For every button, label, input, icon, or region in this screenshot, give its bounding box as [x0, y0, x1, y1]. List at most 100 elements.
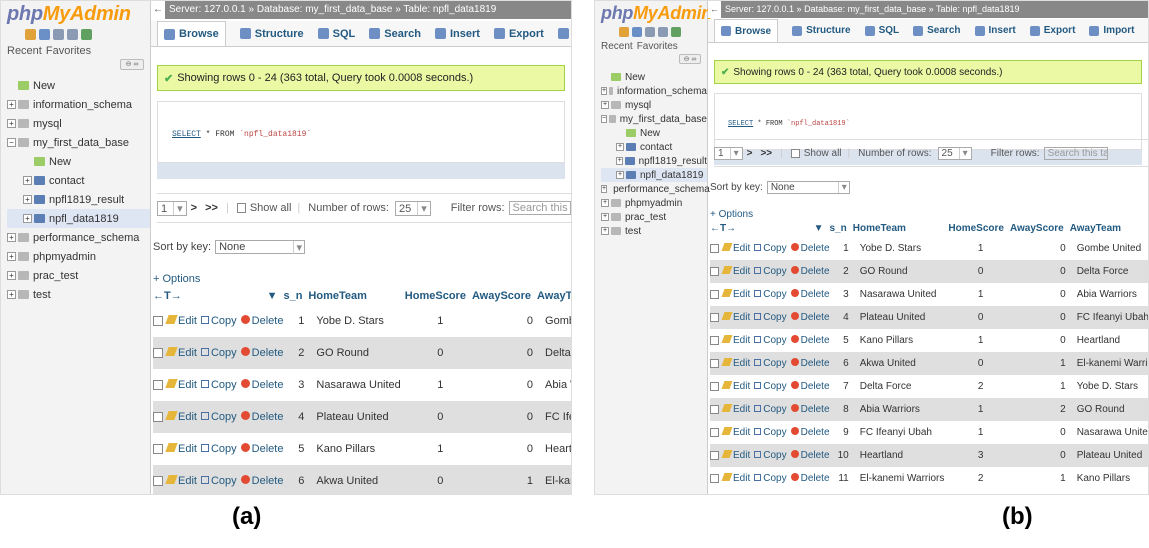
- nav-tab-favorites[interactable]: Favorites: [46, 45, 91, 57]
- tab-export[interactable]: Export: [1029, 19, 1075, 42]
- tree-item[interactable]: + information_schema: [601, 84, 707, 98]
- tree-item[interactable]: New: [7, 76, 150, 95]
- row-checkbox[interactable]: [153, 476, 163, 487]
- copy-link[interactable]: Copy: [200, 315, 237, 327]
- row-checkbox[interactable]: [710, 335, 719, 345]
- docs-icon[interactable]: [53, 29, 64, 40]
- copy-link[interactable]: Copy: [200, 411, 237, 423]
- edit-link[interactable]: Edit: [721, 473, 750, 484]
- column-arrows[interactable]: ←T→: [710, 220, 790, 237]
- delete-link[interactable]: Delete: [790, 473, 830, 484]
- rows-select[interactable]: 25 ▾: [937, 146, 972, 160]
- tree-item[interactable]: + npfl1819_result: [7, 190, 150, 209]
- collapse-nav-button[interactable]: ←: [708, 1, 721, 18]
- column-header-s_n[interactable]: s_n: [830, 220, 853, 237]
- home-icon[interactable]: [619, 27, 629, 37]
- column-header-s_n[interactable]: s_n: [283, 287, 308, 305]
- last-page-button[interactable]: >>: [205, 202, 218, 214]
- tree-item[interactable]: + prac_test: [7, 266, 150, 285]
- copy-link[interactable]: Copy: [754, 381, 787, 392]
- page-select[interactable]: 1 ▾: [714, 146, 743, 160]
- tree-item[interactable]: New: [601, 70, 707, 84]
- tab-structure[interactable]: Structure: [239, 21, 304, 46]
- copy-link[interactable]: Copy: [754, 473, 787, 484]
- edit-link[interactable]: Edit: [721, 404, 750, 415]
- delete-link[interactable]: Delete: [790, 450, 830, 461]
- edit-link[interactable]: Edit: [165, 315, 197, 327]
- delete-link[interactable]: Delete: [790, 404, 830, 415]
- next-page-button[interactable]: >: [747, 148, 753, 159]
- collapse-all-button[interactable]: ⊖ ∞: [120, 59, 144, 70]
- copy-link[interactable]: Copy: [754, 266, 787, 277]
- edit-link[interactable]: Edit: [165, 379, 197, 391]
- delete-link[interactable]: Delete: [240, 475, 283, 487]
- phpmyadmin-logo[interactable]: phpMyAdmin: [601, 3, 712, 24]
- show-all-checkbox[interactable]: [790, 148, 800, 158]
- tab-browse[interactable]: Browse: [157, 21, 226, 46]
- sql-keyword[interactable]: SELECT: [172, 130, 201, 139]
- column-header-awayscore[interactable]: AwayScore: [1010, 220, 1070, 237]
- last-page-button[interactable]: >>: [760, 148, 772, 159]
- tree-item[interactable]: + npfl_data1819: [7, 209, 150, 228]
- row-checkbox[interactable]: [710, 473, 719, 483]
- row-checkbox[interactable]: [710, 404, 719, 414]
- delete-link[interactable]: Delete: [790, 243, 830, 254]
- sort-icon[interactable]: ▼: [790, 220, 830, 237]
- expand-icon[interactable]: −: [601, 115, 608, 123]
- tree-item[interactable]: + contact: [7, 171, 150, 190]
- edit-link[interactable]: Edit: [721, 358, 750, 369]
- tree-item[interactable]: + contact: [601, 140, 707, 154]
- sql-table-name[interactable]: `npfl_data1819`: [787, 120, 850, 128]
- tree-item[interactable]: + phpmyadmin: [601, 196, 707, 210]
- delete-link[interactable]: Delete: [240, 379, 283, 391]
- tree-item[interactable]: + performance_schema: [601, 182, 710, 196]
- copy-link[interactable]: Copy: [754, 427, 787, 438]
- column-header-awayteam[interactable]: AwayTeam: [537, 287, 571, 305]
- sql-keyword[interactable]: SELECT: [728, 120, 753, 128]
- tab-browse[interactable]: Browse: [714, 19, 779, 42]
- delete-link[interactable]: Delete: [790, 289, 830, 300]
- tree-item[interactable]: − my_first_data_base: [7, 133, 150, 152]
- expand-icon[interactable]: +: [7, 252, 16, 261]
- tab-search[interactable]: Search: [369, 21, 421, 46]
- tab-insert[interactable]: Insert: [434, 21, 480, 46]
- copy-link[interactable]: Copy: [200, 379, 237, 391]
- expand-icon[interactable]: −: [7, 138, 16, 147]
- copy-link[interactable]: Copy: [200, 347, 237, 359]
- column-arrows[interactable]: ←T→: [153, 287, 241, 305]
- breadcrumb-server[interactable]: Server: 127.0.0.1: [169, 4, 246, 15]
- row-checkbox[interactable]: [710, 289, 719, 299]
- reload-icon[interactable]: [81, 29, 92, 40]
- delete-link[interactable]: Delete: [790, 335, 830, 346]
- edit-link[interactable]: Edit: [165, 347, 197, 359]
- expand-icon[interactable]: +: [23, 176, 32, 185]
- copy-link[interactable]: Copy: [754, 450, 787, 461]
- delete-link[interactable]: Delete: [240, 315, 283, 327]
- tab-import[interactable]: Import: [1089, 19, 1135, 42]
- copy-link[interactable]: Copy: [754, 312, 787, 323]
- row-checkbox[interactable]: [710, 266, 719, 276]
- home-icon[interactable]: [25, 29, 36, 40]
- rows-select[interactable]: 25 ▾: [394, 200, 431, 216]
- tree-item[interactable]: + phpmyadmin: [7, 247, 150, 266]
- edit-link[interactable]: Edit: [721, 335, 750, 346]
- breadcrumb-server[interactable]: Server: 127.0.0.1: [725, 4, 794, 14]
- column-header-homescore[interactable]: HomeScore: [948, 220, 1010, 237]
- edit-link[interactable]: Edit: [165, 411, 197, 423]
- row-checkbox[interactable]: [710, 312, 719, 322]
- tree-item[interactable]: + mysql: [601, 98, 707, 112]
- tab-insert[interactable]: Insert: [974, 19, 1016, 42]
- column-header-awayteam[interactable]: AwayTeam: [1070, 220, 1148, 237]
- delete-link[interactable]: Delete: [240, 347, 283, 359]
- column-header-awayscore[interactable]: AwayScore: [472, 287, 537, 305]
- docs-icon[interactable]: [645, 27, 655, 37]
- sort-select[interactable]: None ▾: [766, 180, 850, 194]
- edit-link[interactable]: Edit: [721, 381, 750, 392]
- delete-link[interactable]: Delete: [790, 358, 830, 369]
- copy-link[interactable]: Copy: [754, 404, 787, 415]
- column-header-hometeam[interactable]: HomeTeam: [853, 220, 949, 237]
- expand-icon[interactable]: +: [616, 157, 624, 165]
- tab-export[interactable]: Export: [493, 21, 544, 46]
- edit-link[interactable]: Edit: [721, 312, 750, 323]
- row-checkbox[interactable]: [710, 358, 719, 368]
